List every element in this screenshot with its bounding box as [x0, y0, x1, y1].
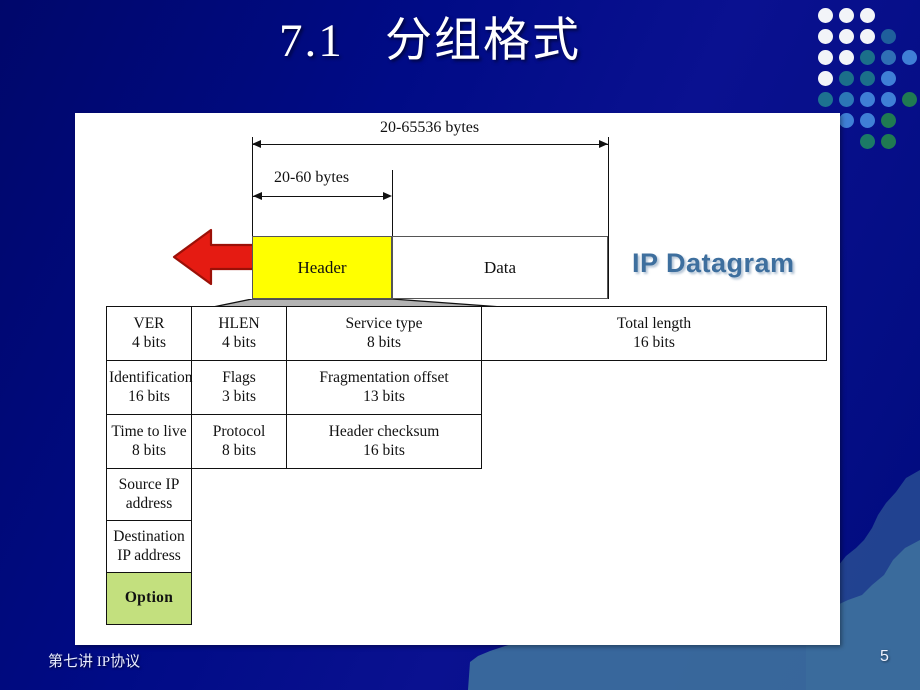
decorative-dot-26	[881, 134, 896, 149]
decorative-dot-10	[881, 50, 896, 65]
header-field-name: Protocol	[212, 422, 266, 440]
slide-canvas: 7.1 分组格式 20-65536 bytes 20-60 bytes Head…	[0, 0, 920, 690]
header-field-row: Identification 16 bits Flags 3 bits Fragment…	[106, 360, 827, 415]
decorative-dot-19	[881, 92, 896, 107]
header-field-name: Destination IP address	[113, 527, 185, 564]
header-field-cell: Identification 16 bits	[106, 360, 193, 415]
decorative-dot-12	[818, 71, 833, 86]
total-dimension-arrow-left	[252, 140, 261, 148]
header-field-bits: 16 bits	[128, 387, 170, 405]
total-dimension-arrow-right	[599, 140, 608, 148]
decorative-dot-24	[881, 113, 896, 128]
total-length-dimension-label: 20-65536 bytes	[380, 119, 480, 136]
header-field-cell: Option	[106, 572, 192, 625]
header-field-name: Option	[124, 589, 174, 607]
ip-header-field-table-body: VER 4 bits HLEN 4 bits Service type 8 bits Tot…	[106, 306, 827, 625]
decorative-dot-20	[902, 92, 917, 107]
diagram-area: 20-65536 bytes 20-60 bytes Header Data I…	[75, 113, 840, 645]
header-field-bits: 16 bits	[363, 441, 405, 459]
content-panel: 20-65536 bytes 20-60 bytes Header Data I…	[75, 113, 840, 645]
header-field-cell: Destination IP address	[106, 520, 192, 573]
header-field-cell: Protocol 8 bits	[191, 414, 287, 469]
header-dimension-arrow-right	[383, 192, 392, 200]
header-field-cell: Flags 3 bits	[191, 360, 287, 415]
header-field-bits: 8 bits	[366, 333, 402, 351]
header-field-name: Total length	[616, 314, 692, 332]
header-field-cell: Total length 16 bits	[481, 306, 827, 361]
header-field-row: Source IP address	[106, 468, 827, 521]
header-field-row: Option	[106, 572, 827, 625]
footer-label: 第七讲 IP协议	[48, 654, 141, 670]
decorative-dot-23	[860, 113, 875, 128]
decorative-dot-18	[860, 92, 875, 107]
header-block-label: Header	[297, 257, 347, 277]
header-field-cell: VER 4 bits	[106, 306, 192, 361]
header-field-name: Identification	[109, 368, 193, 386]
decorative-dot-11	[902, 50, 917, 65]
decorative-dot-5	[860, 29, 875, 44]
header-field-cell: Header checksum 16 bits	[286, 414, 482, 469]
decorative-dot-16	[818, 92, 833, 107]
header-field-name: VER	[133, 314, 165, 332]
total-dimension-line	[252, 144, 608, 145]
header-length-dimension-label: 20-60 bytes	[274, 169, 350, 186]
decorative-dot-9	[860, 50, 875, 65]
header-field-bits: 4 bits	[221, 333, 257, 351]
header-dimension-line	[253, 196, 383, 197]
header-field-row: VER 4 bits HLEN 4 bits Service type 8 bits Tot…	[106, 306, 827, 361]
left-extension-line	[252, 137, 253, 236]
header-field-name: HLEN	[218, 314, 260, 332]
header-field-name: Time to live	[111, 422, 187, 440]
header-field-bits: 13 bits	[363, 387, 405, 405]
decorative-dot-6	[881, 29, 896, 44]
decorative-dot-15	[881, 71, 896, 86]
header-field-cell: Fragmentation offset 13 bits	[286, 360, 482, 415]
header-field-cell: Source IP address	[106, 468, 192, 521]
header-field-bits: 8 bits	[221, 441, 257, 459]
ip-header-field-table: VER 4 bits HLEN 4 bits Service type 8 bits Tot…	[106, 306, 827, 625]
header-field-name: Service type	[345, 314, 423, 332]
header-extension-line	[392, 170, 393, 236]
header-field-bits: 3 bits	[221, 387, 257, 405]
data-block: Data	[392, 236, 608, 299]
right-extension-line	[608, 137, 609, 299]
header-field-name: Flags	[222, 368, 256, 386]
data-block-label: Data	[483, 257, 517, 277]
page-number: 5	[880, 648, 889, 665]
header-field-bits: 16 bits	[633, 333, 675, 351]
decorative-dot-17	[839, 92, 854, 107]
header-field-cell: Service type 8 bits	[286, 306, 482, 361]
header-field-bits: 4 bits	[131, 333, 167, 351]
decorative-dot-22	[839, 113, 854, 128]
header-dimension-arrow-left	[253, 192, 262, 200]
header-field-row: Destination IP address	[106, 520, 827, 573]
decorative-dot-25	[860, 134, 875, 149]
header-field-bits: 8 bits	[131, 441, 167, 459]
header-field-cell: HLEN 4 bits	[191, 306, 287, 361]
header-field-row: Time to live 8 bits Protocol 8 bits Header c…	[106, 414, 827, 469]
header-field-cell: Time to live 8 bits	[106, 414, 192, 469]
decorative-dot-14	[860, 71, 875, 86]
decorative-dot-2	[860, 8, 875, 23]
header-block: Header	[252, 236, 392, 299]
ip-datagram-caption: IP Datagram	[632, 248, 795, 278]
slide-title: 7.1 分组格式	[279, 15, 581, 67]
header-field-name: Header checksum	[328, 422, 440, 440]
header-field-name: Fragmentation offset	[319, 368, 449, 386]
decorative-dot-13	[839, 71, 854, 86]
header-field-name: Source IP address	[118, 475, 180, 512]
